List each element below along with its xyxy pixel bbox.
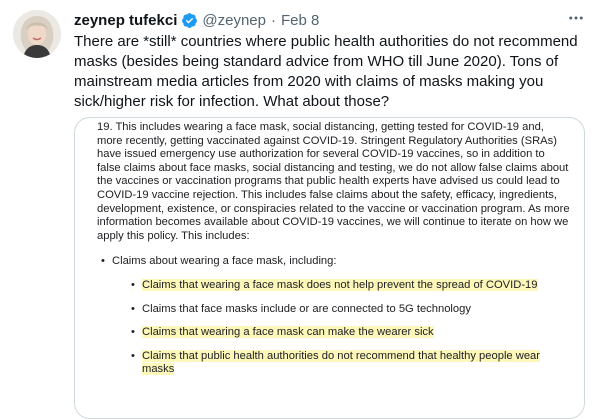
- separator-dot: ·: [270, 11, 276, 29]
- sub-bullet-glyph: •: [131, 278, 135, 291]
- tweet-header: zeynep tufekci @zeynep · Feb 8: [74, 9, 587, 31]
- tweet-text: There are *still* countries where public…: [74, 33, 578, 110]
- bullet-list: • Claims about wearing a face mask, incl…: [97, 255, 570, 377]
- sub-bullet-text: Claims that face masks include or are co…: [142, 302, 471, 315]
- verified-badge-icon: [181, 12, 198, 29]
- bullet-glyph: •: [101, 255, 105, 268]
- attached-image[interactable]: 19. This includes wearing a face mask, s…: [74, 117, 585, 419]
- sub-bullet-item: • Claims that face masks include or are …: [97, 303, 561, 317]
- sub-bullet-glyph: •: [131, 349, 135, 362]
- author-handle[interactable]: @zeynep: [202, 12, 266, 29]
- policy-document-screenshot: 19. This includes wearing a face mask, s…: [75, 118, 584, 377]
- author-name[interactable]: zeynep tufekci: [74, 12, 177, 29]
- bullet-item: • Claims about wearing a face mask, incl…: [97, 255, 570, 269]
- avatar-portrait-icon: [13, 10, 61, 58]
- sub-bullet-text-highlighted: Claims that wearing a face mask does not…: [142, 278, 538, 291]
- sub-bullet-item: • Claims that wearing a face mask does n…: [97, 278, 561, 293]
- tweet-date[interactable]: Feb 8: [281, 12, 319, 29]
- document-paragraph: 19. This includes wearing a face mask, s…: [97, 121, 570, 242]
- bullet-text: Claims about wearing a face mask, includ…: [112, 255, 337, 268]
- sub-bullet-glyph: •: [131, 302, 135, 315]
- sub-bullet-item: • Claims that public health authorities …: [97, 349, 561, 377]
- sub-bullet-item: • Claims that wearing a face mask can ma…: [97, 326, 561, 340]
- tweet[interactable]: zeynep tufekci @zeynep · Feb 8 There are…: [0, 0, 607, 419]
- sub-bullet-glyph: •: [131, 326, 135, 339]
- sub-bullet-text-highlighted: Claims that wearing a face mask can make…: [142, 326, 434, 339]
- more-options-icon[interactable]: [567, 9, 585, 33]
- avatar[interactable]: [13, 10, 61, 58]
- sub-bullet-text-highlighted: Claims that public health authorities do…: [142, 349, 541, 376]
